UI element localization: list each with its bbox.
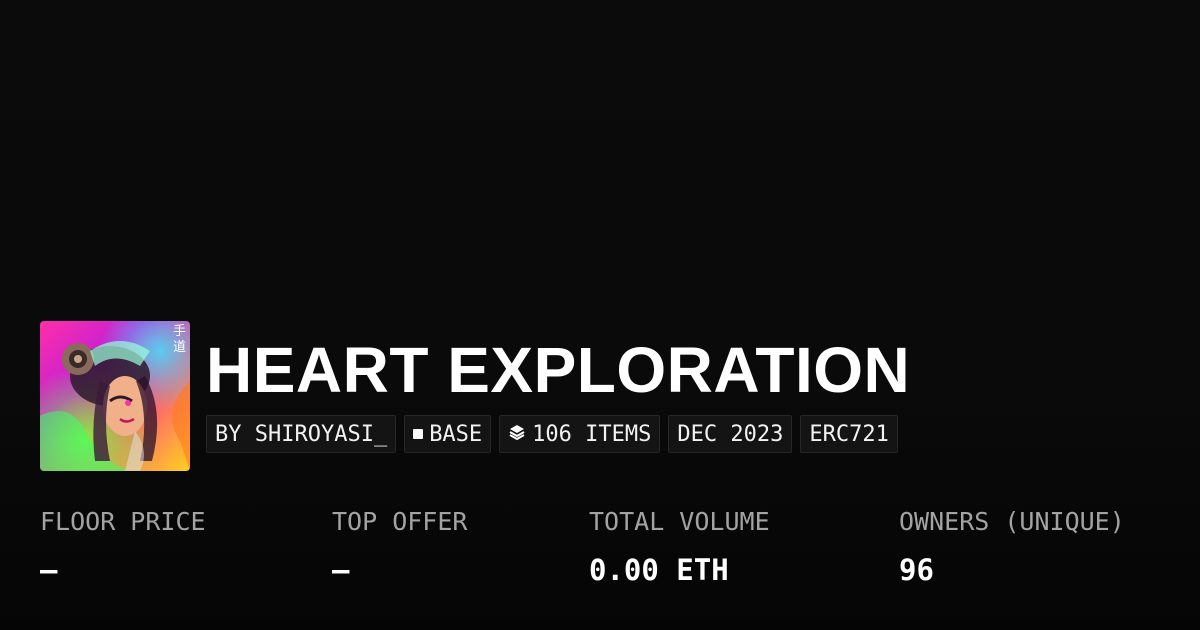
chain-tag[interactable]: BASE [404,415,492,453]
stat-label: OWNERS (UNIQUE) [899,507,1125,536]
date-tag: DEC 2023 [668,415,793,453]
items-tag[interactable]: 106 ITEMS [499,415,661,453]
stat-owners: OWNERS (UNIQUE) 96 [899,505,1125,587]
creator-label: BY SHIROYASI_ [215,421,388,447]
avatar-kanji-2: 道 [173,340,186,355]
title-block: HEART EXPLORATION BY SHIROYASI_ BASE 106… [206,335,910,453]
date-label: DEC 2023 [677,421,784,447]
stat-value: 0.00 ETH [589,553,729,587]
square-icon [413,429,424,439]
collection-tags: BY SHIROYASI_ BASE 106 ITEMS DEC 2023 ER… [206,415,910,453]
stat-floor-price: FLOOR PRICE – [40,505,206,587]
collection-title: HEART EXPLORATION [206,334,911,406]
stat-label: FLOOR PRICE [40,507,206,536]
collection-avatar[interactable]: 手 道 [40,321,190,471]
stat-value: 96 [899,553,934,587]
stat-top-offer: TOP OFFER – [332,505,467,587]
stat-value: – [40,553,58,587]
chain-label: BASE [429,421,483,447]
stat-label: TOP OFFER [332,507,468,536]
collection-stats: FLOOR PRICE – TOP OFFER – TOTAL VOLUME 0… [40,505,1190,605]
avatar-artwork: 手 道 [40,321,190,471]
layers-icon [508,422,526,447]
avatar-kanji-1: 手 [173,324,186,339]
standard-label: ERC721 [809,421,889,447]
collection-header: 手 道 HEART EXPLORATION BY SHIROYASI_ BASE [40,321,910,471]
stat-total-volume: TOTAL VOLUME 0.00 ETH [589,505,770,587]
creator-tag[interactable]: BY SHIROYASI_ [206,415,397,453]
standard-tag: ERC721 [800,415,898,453]
stat-label: TOTAL VOLUME [589,507,770,536]
stat-value: – [332,553,350,587]
items-label: 106 ITEMS [532,421,652,447]
